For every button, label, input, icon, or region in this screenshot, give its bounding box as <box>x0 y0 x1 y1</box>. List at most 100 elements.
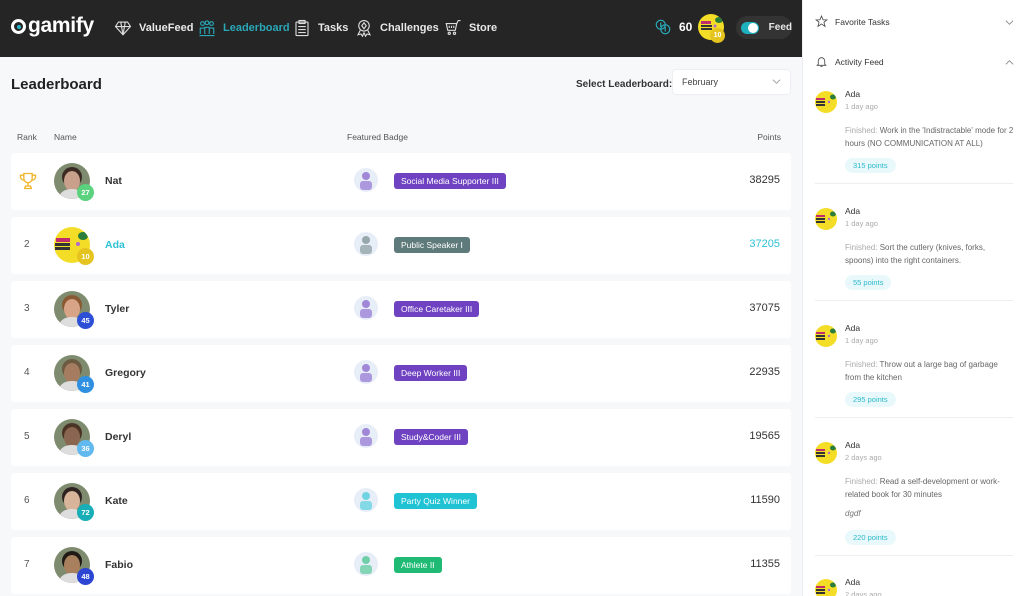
feed-toggle-label: Feed <box>768 22 792 33</box>
chevron-down-icon[interactable] <box>1005 18 1014 27</box>
featured-badge[interactable]: Office Caretaker III <box>394 301 480 317</box>
feed-timestamp: 1 day ago <box>845 336 878 345</box>
featured-badge[interactable]: Party Quiz Winner <box>394 493 477 509</box>
rank-number: 6 <box>24 495 30 506</box>
feed-user-name[interactable]: Ada <box>845 577 860 587</box>
feed-note: dgdf <box>845 509 861 518</box>
rank-number: 3 <box>24 303 30 314</box>
featured-badge[interactable]: Deep Worker III <box>394 365 468 381</box>
leaderboard-period-select[interactable]: February <box>672 69 791 95</box>
points-value: 37205 <box>749 238 780 250</box>
badge-illustration-icon <box>351 420 381 454</box>
award-icon <box>355 19 373 37</box>
feed-timestamp: 1 day ago <box>845 219 878 228</box>
rank-number: 7 <box>24 559 30 570</box>
feed-user-avatar[interactable] <box>815 91 837 113</box>
featured-badge[interactable]: Athlete II <box>394 557 442 573</box>
level-badge: 41 <box>77 376 94 393</box>
user-name[interactable]: Kate <box>105 495 128 507</box>
bell-icon <box>816 57 827 67</box>
column-header-rank: Rank <box>17 132 37 142</box>
points-pill: 55 points <box>845 275 892 290</box>
leaderboard-row[interactable]: 7 48 Fabio Athlete II 11355 <box>11 537 791 594</box>
star-icon <box>815 15 828 28</box>
leaderboard-row[interactable]: 2 10 Ada Public Speaker I 37205 <box>11 217 791 274</box>
points-value: 19565 <box>749 430 780 442</box>
badge-illustration-icon <box>351 292 381 326</box>
featured-badge[interactable]: Study&Coder III <box>394 429 469 445</box>
points-pill: 315 points <box>845 158 896 173</box>
favorite-tasks-header[interactable]: Favorite Tasks <box>815 15 890 28</box>
feed-user-avatar[interactable] <box>815 579 837 596</box>
nav-leaderboard[interactable]: Leaderboard <box>198 17 290 39</box>
user-name[interactable]: Ada <box>105 239 125 251</box>
feed-user-name[interactable]: Ada <box>845 323 860 333</box>
feed-user-name[interactable]: Ada <box>845 440 860 450</box>
selected-period: February <box>682 77 719 87</box>
activity-feed-label: Activity Feed <box>835 56 884 67</box>
level-badge: 45 <box>77 312 94 329</box>
leaderboard-row[interactable]: 6 72 Kate Party Quiz Winner 11590 <box>11 473 791 530</box>
user-name[interactable]: Gregory <box>105 367 146 379</box>
leaderboard-row[interactable]: 4 41 Gregory Deep Worker III 22935 <box>11 345 791 402</box>
feed-user-name[interactable]: Ada <box>845 206 860 216</box>
feed-timestamp: 1 day ago <box>845 102 878 111</box>
nav-label: Tasks <box>318 22 349 34</box>
nav-tasks[interactable]: Tasks <box>293 17 348 39</box>
chevron-down-icon <box>772 79 781 84</box>
select-leaderboard-label: Select Leaderboard: <box>576 79 673 90</box>
user-name[interactable]: Tyler <box>105 303 129 315</box>
leaderboard-row[interactable]: 3 45 Tyler Office Caretaker III 37075 <box>11 281 791 338</box>
level-badge: 27 <box>77 184 94 201</box>
feed-user-avatar[interactable] <box>815 208 837 230</box>
nav-challenges[interactable]: Challenges <box>355 17 439 39</box>
app-logo[interactable]: gamify <box>11 14 94 38</box>
level-badge: 72 <box>77 504 94 521</box>
column-header-name: Name <box>54 132 77 142</box>
points-value: 37075 <box>749 302 780 314</box>
feed-user-avatar[interactable] <box>815 442 837 464</box>
feed-toggle[interactable]: Feed <box>736 16 792 39</box>
activity-feed-header[interactable]: Activity Feed <box>815 55 884 68</box>
feed-user-name[interactable]: Ada <box>845 89 860 99</box>
page-title: Leaderboard <box>11 76 102 93</box>
nav-valuefeed[interactable]: ValueFeed <box>114 17 193 39</box>
feed-task-text: Finished: Read a self-development or wor… <box>845 475 1015 501</box>
coins-icon <box>655 19 671 35</box>
finished-prefix: Finished: <box>845 243 878 252</box>
leaderboard-row[interactable]: 27 Nat Social Media Supporter III 38295 <box>11 153 791 210</box>
nav-store[interactable]: Store <box>444 17 497 39</box>
user-name[interactable]: Deryl <box>105 431 131 443</box>
feed-divider <box>815 183 1013 184</box>
nav-label: Store <box>469 22 498 34</box>
badge-illustration-icon <box>351 484 381 518</box>
points-pill: 295 points <box>845 392 896 407</box>
points-value: 38295 <box>749 174 780 186</box>
logo-icon <box>11 18 26 34</box>
level-badge: 48 <box>77 568 94 585</box>
featured-badge[interactable]: Public Speaker I <box>394 237 470 253</box>
feed-divider <box>815 555 1013 556</box>
featured-badge[interactable]: Social Media Supporter III <box>394 173 506 189</box>
chevron-up-icon[interactable] <box>1005 58 1014 67</box>
finished-prefix: Finished: <box>845 360 878 369</box>
user-name[interactable]: Nat <box>105 175 122 187</box>
feed-task-text: Finished: Throw out a large bag of garba… <box>845 358 1015 384</box>
user-name[interactable]: Fabio <box>105 559 133 571</box>
leaderboard-row[interactable]: 5 36 Deryl Study&Coder III 19565 <box>11 409 791 466</box>
feed-timestamp: 2 days ago <box>845 590 882 596</box>
badge-illustration-icon <box>351 228 381 262</box>
top-navbar: gamify ValueFeed Leaderboard Tasks Chall… <box>0 0 802 57</box>
user-level-badge: 10 <box>710 28 725 43</box>
column-header-points: Points <box>757 132 781 142</box>
level-badge: 10 <box>77 248 94 265</box>
finished-prefix: Finished: <box>845 126 878 135</box>
clipboard-icon <box>293 19 311 37</box>
toggle-switch[interactable] <box>741 21 759 34</box>
feed-timestamp: 2 days ago <box>845 453 882 462</box>
feed-divider <box>815 417 1013 418</box>
badge-illustration-icon <box>351 164 381 198</box>
nav-label: ValueFeed <box>139 22 194 34</box>
feed-user-avatar[interactable] <box>815 325 837 347</box>
rank-number: 5 <box>24 431 30 442</box>
